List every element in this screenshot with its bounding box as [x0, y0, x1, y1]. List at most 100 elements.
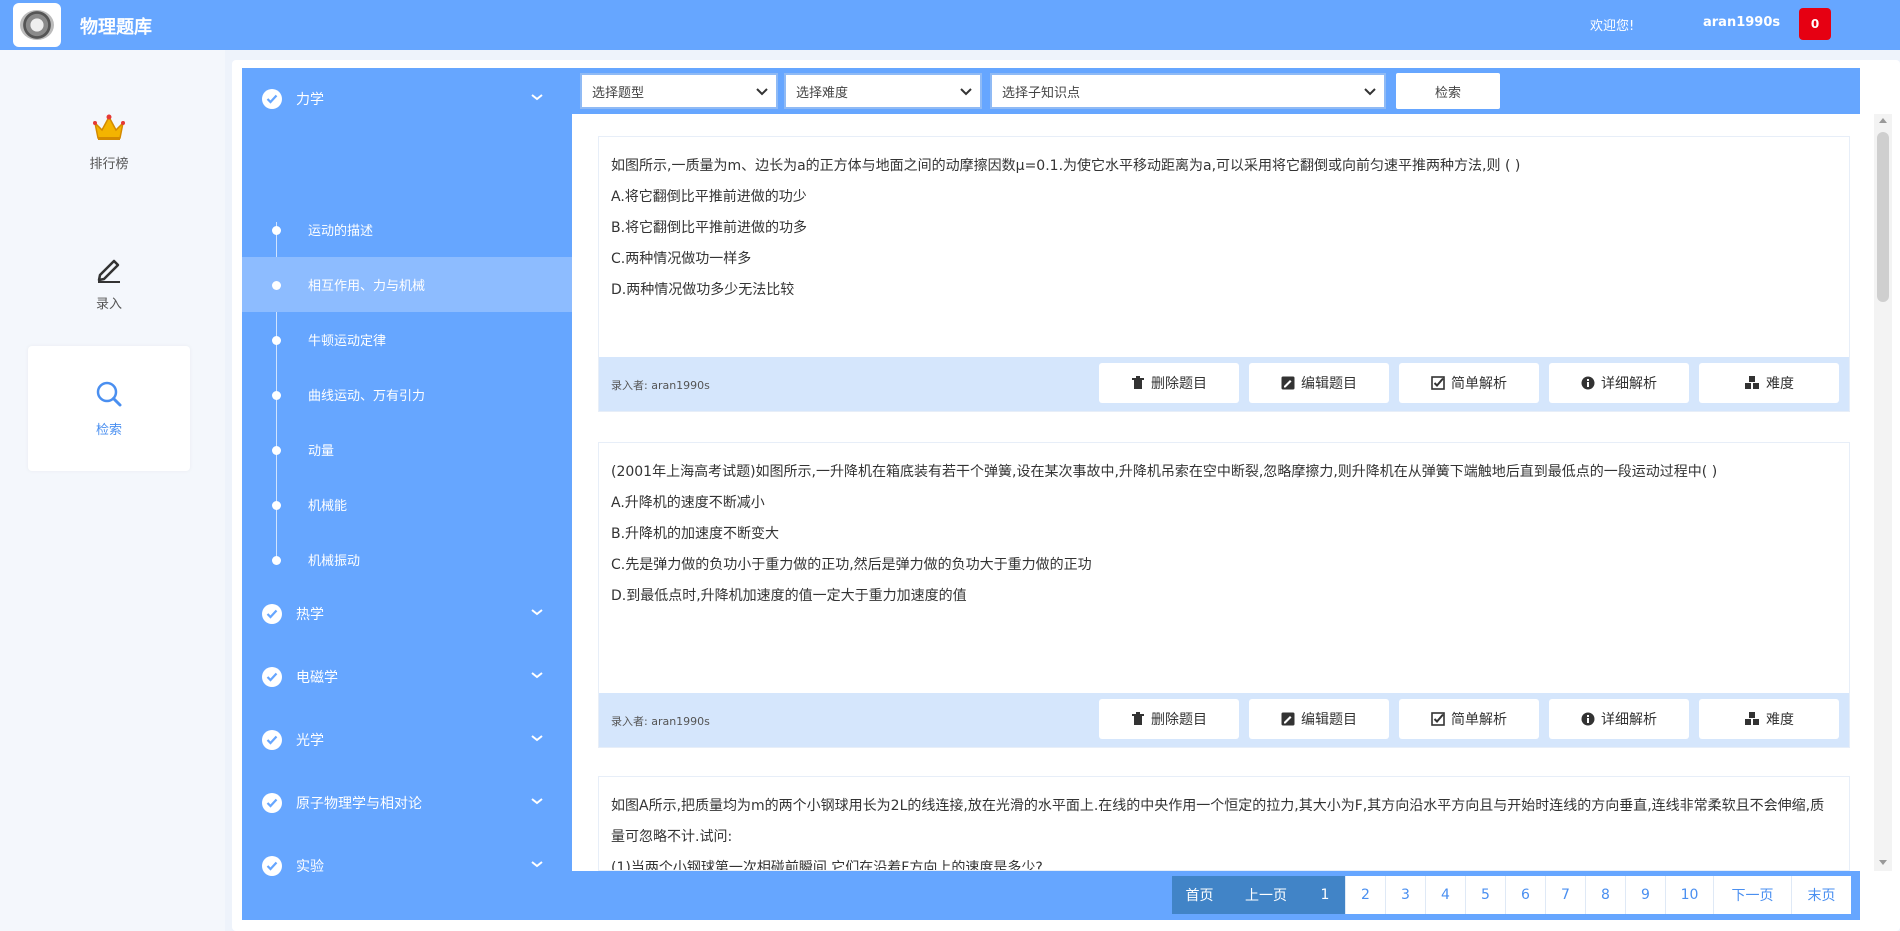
- nav-item-search[interactable]: 检索: [28, 346, 190, 471]
- difficulty-value: 选择难度: [796, 85, 849, 101]
- nav-item-ranking[interactable]: 排行榜: [28, 80, 190, 205]
- pagination: 首页 上一页 1 2 3 4 5 6 7 8 9 10 下一页 末页: [572, 871, 1860, 920]
- category-thermodynamics[interactable]: 热学: [242, 583, 572, 645]
- checkbox-icon: [1431, 712, 1445, 726]
- category-electromagnetism[interactable]: 电磁学: [242, 646, 572, 708]
- question-card: (2001年上海高考试题)如图所示,一升降机在箱底装有若干个弹簧,设在某次事故中…: [598, 442, 1850, 748]
- subcategory-item[interactable]: 曲线运动、万有引力: [242, 367, 572, 422]
- subcategory-item-active[interactable]: 相互作用、力与机械: [242, 257, 572, 312]
- question-stem: 如图所示,一质量为m、边长为a的正方体与地面之间的动摩擦因数μ=0.1.为使它水…: [611, 158, 1521, 174]
- next-page-button[interactable]: 下一页: [1713, 876, 1791, 914]
- last-page-button[interactable]: 末页: [1791, 876, 1851, 914]
- page-button[interactable]: 5: [1465, 876, 1505, 914]
- page-button[interactable]: 4: [1425, 876, 1465, 914]
- edit-icon: [1281, 712, 1295, 726]
- uploader-text: 录入者: aran1990s: [611, 379, 710, 392]
- check-circle-icon: [262, 793, 282, 813]
- page-button[interactable]: 9: [1625, 876, 1665, 914]
- scroll-down-arrow-icon[interactable]: [1879, 860, 1887, 865]
- subcategory-item[interactable]: 机械能: [242, 477, 572, 532]
- question-text: (2001年上海高考试题)如图所示,一升降机在箱底装有若干个弹簧,设在某次事故中…: [599, 443, 1849, 612]
- crown-icon: [93, 114, 125, 140]
- simple-analysis-button[interactable]: 简单解析: [1399, 699, 1539, 739]
- nav-item-entry[interactable]: 录入: [28, 220, 190, 345]
- knowledge-point-select[interactable]: 选择子知识点: [990, 73, 1386, 109]
- cubes-icon: [1745, 712, 1759, 725]
- action-label: 简单解析: [1451, 712, 1507, 728]
- question-card: 如图所示,一质量为m、边长为a的正方体与地面之间的动摩擦因数μ=0.1.为使它水…: [598, 136, 1850, 412]
- app-logo[interactable]: [13, 3, 61, 47]
- question-stem: (1)当两个小钢球第一次相碰前瞬间,它们在沿着F方向上的速度是多少?: [611, 860, 1043, 871]
- category-optics[interactable]: 光学: [242, 709, 572, 771]
- pen-icon: [97, 259, 120, 283]
- question-option: A.将它翻倒比平推前进做的功少: [611, 189, 807, 205]
- subcategory-item[interactable]: 牛顿运动定律: [242, 312, 572, 367]
- category-mechanics[interactable]: 力学: [242, 68, 572, 130]
- username[interactable]: aran1990s: [1703, 15, 1780, 30]
- notification-badge[interactable]: 0: [1799, 8, 1831, 40]
- subcategory-item[interactable]: 动量: [242, 422, 572, 477]
- scrollbar-thumb[interactable]: [1877, 132, 1889, 302]
- chevron-down-icon: [531, 609, 543, 616]
- knowledge-point-value: 选择子知识点: [1002, 85, 1081, 101]
- action-label: 详细解析: [1601, 712, 1657, 728]
- detailed-analysis-button[interactable]: 详细解析: [1549, 699, 1689, 739]
- chevron-down-icon: [531, 735, 543, 742]
- category-experiment[interactable]: 实验: [242, 835, 572, 897]
- difficulty-select[interactable]: 选择难度: [784, 73, 982, 109]
- category-atomic-physics[interactable]: 原子物理学与相对论: [242, 772, 572, 834]
- scroll-up-arrow-icon[interactable]: [1879, 118, 1887, 123]
- checkbox-icon: [1431, 376, 1445, 390]
- detailed-analysis-button[interactable]: 详细解析: [1549, 363, 1689, 403]
- page-button[interactable]: 6: [1505, 876, 1545, 914]
- action-label: 删除题目: [1151, 712, 1207, 728]
- trash-icon: [1132, 712, 1144, 725]
- chevron-down-icon: [1364, 88, 1376, 96]
- page-button[interactable]: 3: [1385, 876, 1425, 914]
- page-button[interactable]: 2: [1345, 876, 1385, 914]
- page-button[interactable]: 10: [1665, 876, 1713, 914]
- question-text: 如图A所示,把质量均为m的两个小钢球用长为2L的线连接,放在光滑的水平面上.在线…: [599, 777, 1849, 871]
- page-button[interactable]: 8: [1585, 876, 1625, 914]
- question-type-select[interactable]: 选择题型: [580, 73, 778, 109]
- search-button[interactable]: 检索: [1396, 73, 1500, 109]
- chevron-down-icon: [531, 94, 543, 101]
- filter-bar: 选择题型 选择难度 选择子知识点 检索: [572, 68, 1860, 114]
- subcategory-label: 牛顿运动定律: [308, 334, 387, 349]
- scrollbar[interactable]: [1874, 114, 1892, 871]
- question-option: B.升降机的加速度不断变大: [611, 526, 780, 542]
- question-option: C.两种情况做功一样多: [611, 251, 752, 267]
- page-button[interactable]: 7: [1545, 876, 1585, 914]
- action-label: 难度: [1766, 712, 1794, 728]
- delete-question-button[interactable]: 删除题目: [1099, 363, 1239, 403]
- check-circle-icon: [262, 89, 282, 109]
- category-label: 实验: [296, 859, 324, 875]
- prev-page-button[interactable]: 上一页: [1227, 876, 1305, 914]
- page-button-current[interactable]: 1: [1305, 876, 1345, 914]
- left-sidebar: 排行榜 录入 检索: [0, 50, 225, 931]
- subcategory-item[interactable]: 运动的描述: [242, 202, 572, 257]
- difficulty-button[interactable]: 难度: [1699, 363, 1839, 403]
- chevron-down-icon: [756, 88, 768, 96]
- chevron-down-icon: [960, 88, 972, 96]
- action-label: 删除题目: [1151, 376, 1207, 392]
- nav-label-ranking: 排行榜: [89, 157, 129, 172]
- subcategory-item[interactable]: 机械振动: [242, 532, 572, 587]
- edit-question-button[interactable]: 编辑题目: [1249, 699, 1389, 739]
- simple-analysis-button[interactable]: 简单解析: [1399, 363, 1539, 403]
- chevron-down-icon: [531, 798, 543, 805]
- subcategory-label: 相互作用、力与机械: [308, 279, 426, 294]
- trash-icon: [1132, 376, 1144, 389]
- chevron-down-icon: [531, 672, 543, 679]
- chevron-down-icon: [531, 861, 543, 868]
- top-header: 物理题库 欢迎您! aran1990s 0: [0, 0, 1900, 50]
- subcategory-label: 曲线运动、万有引力: [308, 389, 426, 404]
- action-label: 详细解析: [1601, 376, 1657, 392]
- app-title: 物理题库: [80, 17, 152, 38]
- check-circle-icon: [262, 730, 282, 750]
- difficulty-button[interactable]: 难度: [1699, 699, 1839, 739]
- question-text: 如图所示,一质量为m、边长为a的正方体与地面之间的动摩擦因数μ=0.1.为使它水…: [599, 137, 1849, 306]
- edit-question-button[interactable]: 编辑题目: [1249, 363, 1389, 403]
- first-page-button[interactable]: 首页: [1172, 876, 1227, 914]
- delete-question-button[interactable]: 删除题目: [1099, 699, 1239, 739]
